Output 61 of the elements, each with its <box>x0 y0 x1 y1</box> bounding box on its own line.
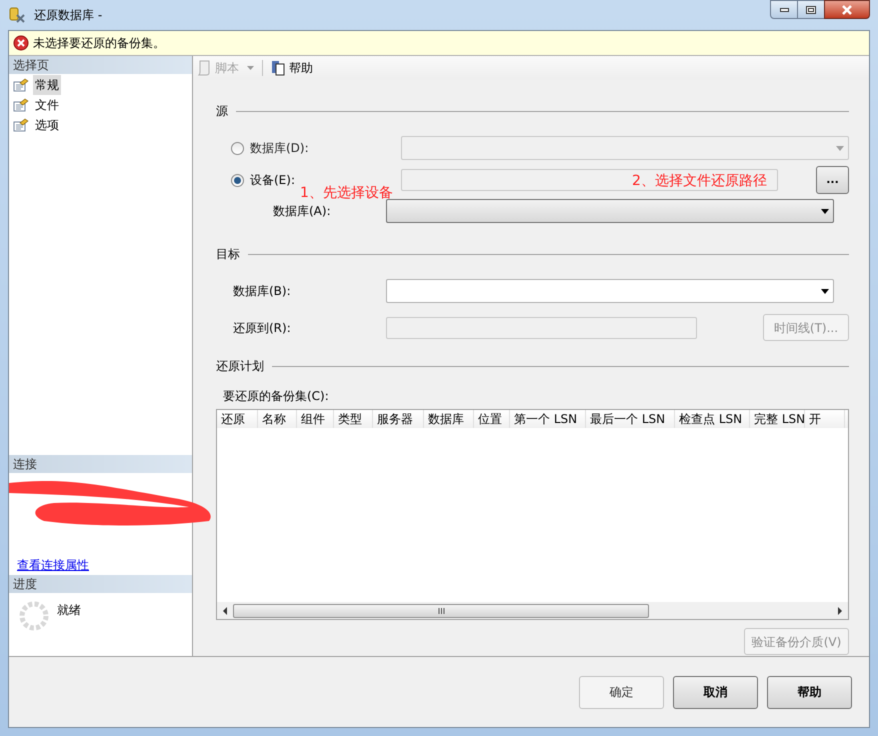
dialog-button[interactable]: 取消 <box>673 676 758 708</box>
annotation-text: 2、选择文件还原路径 <box>632 172 767 191</box>
page-icon <box>13 118 29 132</box>
column-header[interactable]: 服务器 <box>373 410 424 428</box>
maximize-button[interactable] <box>798 0 824 19</box>
radio-button[interactable] <box>231 142 244 154</box>
restore-to-field[interactable] <box>386 316 697 338</box>
column-header[interactable]: 组件 <box>297 410 334 428</box>
database-tools-icon <box>8 6 26 24</box>
dropdown-arrow-icon <box>247 66 254 70</box>
browse-button[interactable]: ... <box>816 166 849 194</box>
field-label: 还原到(R): <box>232 320 292 336</box>
column-header[interactable]: 类型 <box>334 410 373 428</box>
device-field[interactable] <box>401 169 778 191</box>
column-header[interactable]: 完整 LSN <box>750 410 805 428</box>
grip-icon <box>438 608 444 614</box>
column-header[interactable]: 还原 <box>217 410 258 428</box>
radio-label: 数据库(D): <box>250 140 310 157</box>
dropdown-arrow-icon <box>836 146 844 150</box>
error-icon <box>13 35 29 51</box>
help-document-icon <box>271 60 285 76</box>
scroll-icon <box>197 60 211 76</box>
annotation-text: 1、先选择设备 <box>300 184 393 203</box>
pane-header: 进度 <box>9 575 192 593</box>
dropdown-arrow-icon <box>821 208 829 214</box>
minimize-button[interactable] <box>770 0 798 19</box>
column-header[interactable]: 名称 <box>258 410 297 428</box>
section-title: 还原计划 <box>216 358 264 375</box>
field-label: 要还原的备份集(C): <box>222 388 330 405</box>
radio-label: 设备(E): <box>250 172 296 189</box>
scrollbar-thumb[interactable] <box>233 604 649 618</box>
dropdown-arrow-icon <box>821 288 829 294</box>
page-icon <box>13 78 29 92</box>
help-button[interactable]: 帮助 <box>271 59 313 77</box>
field-label: 数据库(B): <box>232 283 292 300</box>
dialog-button[interactable]: 帮助 <box>767 676 852 708</box>
connection-properties-link[interactable]: 查看连接属性 <box>17 556 89 574</box>
close-icon <box>841 4 853 14</box>
column-header[interactable]: 位置 <box>474 410 510 428</box>
field-label: 数据库(A): <box>272 203 332 220</box>
page-icon <box>13 98 29 112</box>
page-list-item[interactable]: 常规 <box>33 75 61 95</box>
section-title: 目标 <box>216 246 240 263</box>
column-header[interactable]: 数据库 <box>424 410 474 428</box>
column-header[interactable]: 第一个 LSN <box>510 410 586 428</box>
progress-status: 就绪 <box>57 602 81 619</box>
pane-header: 连接 <box>9 455 192 473</box>
error-message: 未选择要还原的备份集。 <box>33 35 165 52</box>
minimize-icon <box>780 8 788 12</box>
column-header[interactable]: 最后一个 LSN <box>586 410 675 428</box>
column-header[interactable]: 检查点 LSN <box>675 410 750 428</box>
radio-button[interactable] <box>231 174 244 186</box>
spinner-icon <box>19 601 49 631</box>
pane-header: 选择页 <box>9 56 192 74</box>
scroll-right-icon[interactable] <box>835 606 845 616</box>
window-title: 还原数据库 - <box>34 7 102 24</box>
column-header[interactable]: 开 <box>805 410 845 428</box>
database-combo[interactable] <box>386 199 834 223</box>
section-title: 源 <box>216 103 228 120</box>
maximize-icon <box>806 6 816 14</box>
close-button[interactable] <box>824 0 870 19</box>
